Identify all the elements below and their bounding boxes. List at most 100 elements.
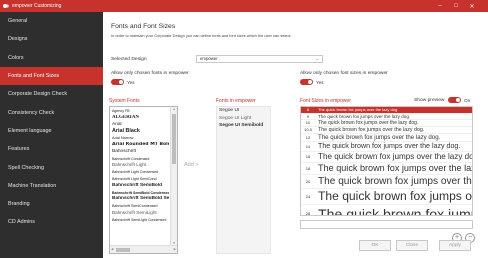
allow-fonts-toggle[interactable]: [111, 79, 124, 85]
system-font-item[interactable]: Arial Black: [112, 128, 169, 135]
sidebar-item-features[interactable]: Features: [0, 140, 103, 158]
ok-button[interactable]: OK: [359, 240, 391, 251]
toggle-knob: [308, 80, 312, 84]
system-font-item[interactable]: Bahnschrift SemiLight Condensed: [112, 217, 169, 224]
fonts-in-empower-list[interactable]: Segoe UI Segoe UI Light Segoe UI Semibol…: [216, 106, 271, 254]
font-size-preview: The quick brown fox jumps over the lazy …: [318, 126, 425, 133]
system-font-item[interactable]: Arial Rounded MT Bold: [112, 142, 169, 149]
font-size-preview: The quick brown fox jumps over the lazy …: [318, 175, 472, 187]
system-font-item[interactable]: Arial Narrow: [112, 135, 169, 142]
scroll-thumb[interactable]: [116, 248, 130, 252]
font-size-preview: The quick brown fox jumps over the lazy …: [318, 134, 441, 141]
title-bar: empower Customizing – □ ✕: [0, 0, 488, 12]
sidebar-item-machine-translation[interactable]: Machine Translation: [0, 177, 103, 195]
close-window-button[interactable]: ✕: [464, 3, 480, 10]
sidebar-item-corporate-design-check[interactable]: Corporate Design Check: [0, 85, 103, 103]
sidebar-item-colors[interactable]: Colors: [0, 49, 103, 67]
system-font-item[interactable]: Bahnschrift Light: [112, 162, 169, 169]
chevron-down-icon: ⌄: [315, 56, 319, 61]
empower-font-item[interactable]: Segoe UI Light: [217, 115, 270, 123]
system-font-item[interactable]: Arial: [112, 122, 169, 129]
font-size-preview: The quick brown fox jumps over the lazy …: [318, 119, 419, 126]
system-fonts-list[interactable]: Agency FB ALGERIAN Arial Arial Black Arial N…: [109, 106, 178, 254]
show-preview-label: Show preview: [414, 98, 445, 103]
system-font-item[interactable]: Bahnschrift: [112, 149, 169, 156]
font-size-preview: The quick brown fox jumps over the lazy …: [318, 107, 399, 113]
scroll-thumb[interactable]: [172, 114, 176, 164]
system-font-item[interactable]: Bahnschrift SemiCondensed: [112, 203, 169, 210]
empower-font-item[interactable]: Segoe UI: [217, 107, 270, 115]
font-size-value: 10: [305, 120, 311, 126]
scroll-right-icon[interactable]: ▶: [174, 247, 176, 251]
system-font-item[interactable]: Bahnschrift Condensed: [112, 156, 169, 163]
sidebar-item-branding[interactable]: Branding: [0, 195, 103, 213]
font-size-row[interactable]: 10 The quick brown fox jumps over the laz…: [301, 120, 472, 127]
allow-sizes-toggle-label: Yes: [316, 80, 324, 85]
font-size-value: 24: [305, 193, 311, 199]
system-font-item[interactable]: Agency FB: [112, 108, 169, 115]
show-preview-toggle[interactable]: [448, 97, 461, 103]
system-font-item[interactable]: Bahnschrift Light SemiCond: [112, 176, 169, 183]
main-panel: Fonts and Font Sizes In order to maintai…: [103, 12, 488, 258]
window-title: empower Customizing: [12, 3, 62, 9]
sidebar-item-consistency-check[interactable]: Consistency Check: [0, 103, 103, 121]
minimize-button[interactable]: –: [432, 3, 448, 10]
font-size-row[interactable]: 20 The quick brown fox jumps over the laz…: [301, 175, 472, 189]
system-font-item[interactable]: Bahnschrift SemiBold Condensed: [112, 190, 169, 197]
font-size-preview: The quick brown fox jumps over the lazy …: [318, 113, 411, 119]
system-font-item[interactable]: Bahnschrift SemiBold: [112, 183, 169, 190]
sidebar-item-general[interactable]: General: [0, 12, 103, 30]
font-size-row[interactable]: 28 The quick brown fox jumps over the laz…: [301, 205, 472, 216]
font-size-row[interactable]: 24 The quick brown fox jumps over the laz…: [301, 189, 472, 205]
fonts-in-empower-header: Fonts in empower: [216, 98, 256, 104]
font-size-row[interactable]: 12 The quick brown fox jumps over the laz…: [301, 134, 472, 143]
font-size-row[interactable]: 14 The quick brown fox jumps over the laz…: [301, 142, 472, 152]
font-size-value: 20: [305, 178, 311, 184]
font-size-row[interactable]: 16 The quick brown fox jumps over the laz…: [301, 152, 472, 163]
scroll-left-icon[interactable]: ◀: [111, 247, 113, 251]
sidebar-item-fonts[interactable]: Fonts and Font Sizes: [0, 66, 103, 86]
allow-fonts-label: Allow only chosen fonts in empower: [111, 71, 189, 76]
font-sizes-header: Font Sizes in empower: [300, 98, 351, 104]
font-size-value: 9: [306, 113, 310, 119]
maximize-button[interactable]: □: [448, 3, 464, 10]
system-font-item[interactable]: Bahnschrift SemiBold SemiCond: [112, 196, 169, 203]
sidebar-item-element-language[interactable]: Element language: [0, 122, 103, 140]
sidebar-item-cd-admins[interactable]: CD Admins: [0, 213, 103, 231]
toggle-knob: [119, 80, 123, 84]
show-preview-toggle-label: On: [464, 98, 471, 103]
font-size-row[interactable]: 18 The quick brown fox jumps over the laz…: [301, 163, 472, 175]
horizontal-scrollbar[interactable]: ◀ ▶: [110, 245, 177, 253]
scroll-up-icon[interactable]: ▲: [171, 107, 177, 111]
font-sizes-list[interactable]: 8 The quick brown fox jumps over the lazy…: [300, 106, 473, 216]
font-size-value: 18: [305, 165, 311, 171]
selected-design-dropdown[interactable]: empower ⌄: [196, 55, 323, 63]
toggle-knob: [456, 98, 460, 102]
font-size-value: 12: [305, 135, 311, 140]
system-fonts-header: System Fonts: [109, 98, 140, 104]
font-size-value: 16: [305, 154, 311, 160]
font-size-input[interactable]: [300, 220, 473, 229]
selected-design-label: Selected Design: [111, 57, 147, 62]
font-size-preview: The quick brown fox jumps over the lazy …: [318, 189, 472, 204]
close-button[interactable]: Close: [396, 240, 428, 251]
empower-logo-icon: [3, 3, 9, 9]
system-font-item[interactable]: Bahnschrift SemiLight: [112, 210, 169, 217]
font-size-value: 14: [305, 143, 311, 149]
add-font-button[interactable]: Add >: [184, 162, 199, 168]
allow-sizes-toggle[interactable]: [300, 79, 313, 85]
sidebar-item-designs[interactable]: Designs: [0, 30, 103, 48]
font-size-preview: The quick brown fox jumps over the lazy …: [318, 152, 473, 162]
font-size-row[interactable]: 10.5 The quick brown fox jumps over the l…: [301, 127, 472, 134]
system-font-item[interactable]: Bahnschrift Light Condensed: [112, 169, 169, 176]
system-font-item[interactable]: ALGERIAN: [112, 115, 169, 122]
sidebar: General Designs Colors Fonts and Font Si…: [0, 12, 103, 258]
font-size-value: 10.5: [304, 127, 312, 133]
allow-sizes-label: Allow only chosen font sizes in empower: [300, 71, 388, 76]
font-size-preview: The quick brown fox jumps over the lazy …: [318, 163, 472, 174]
sidebar-item-spell-checking[interactable]: Spell Checking: [0, 158, 103, 176]
vertical-scrollbar[interactable]: ▲ ▼: [170, 107, 177, 245]
apply-button[interactable]: Apply: [439, 240, 471, 251]
empower-font-item[interactable]: Segoe UI Semibold: [217, 122, 270, 130]
font-size-value: 28: [305, 211, 311, 216]
